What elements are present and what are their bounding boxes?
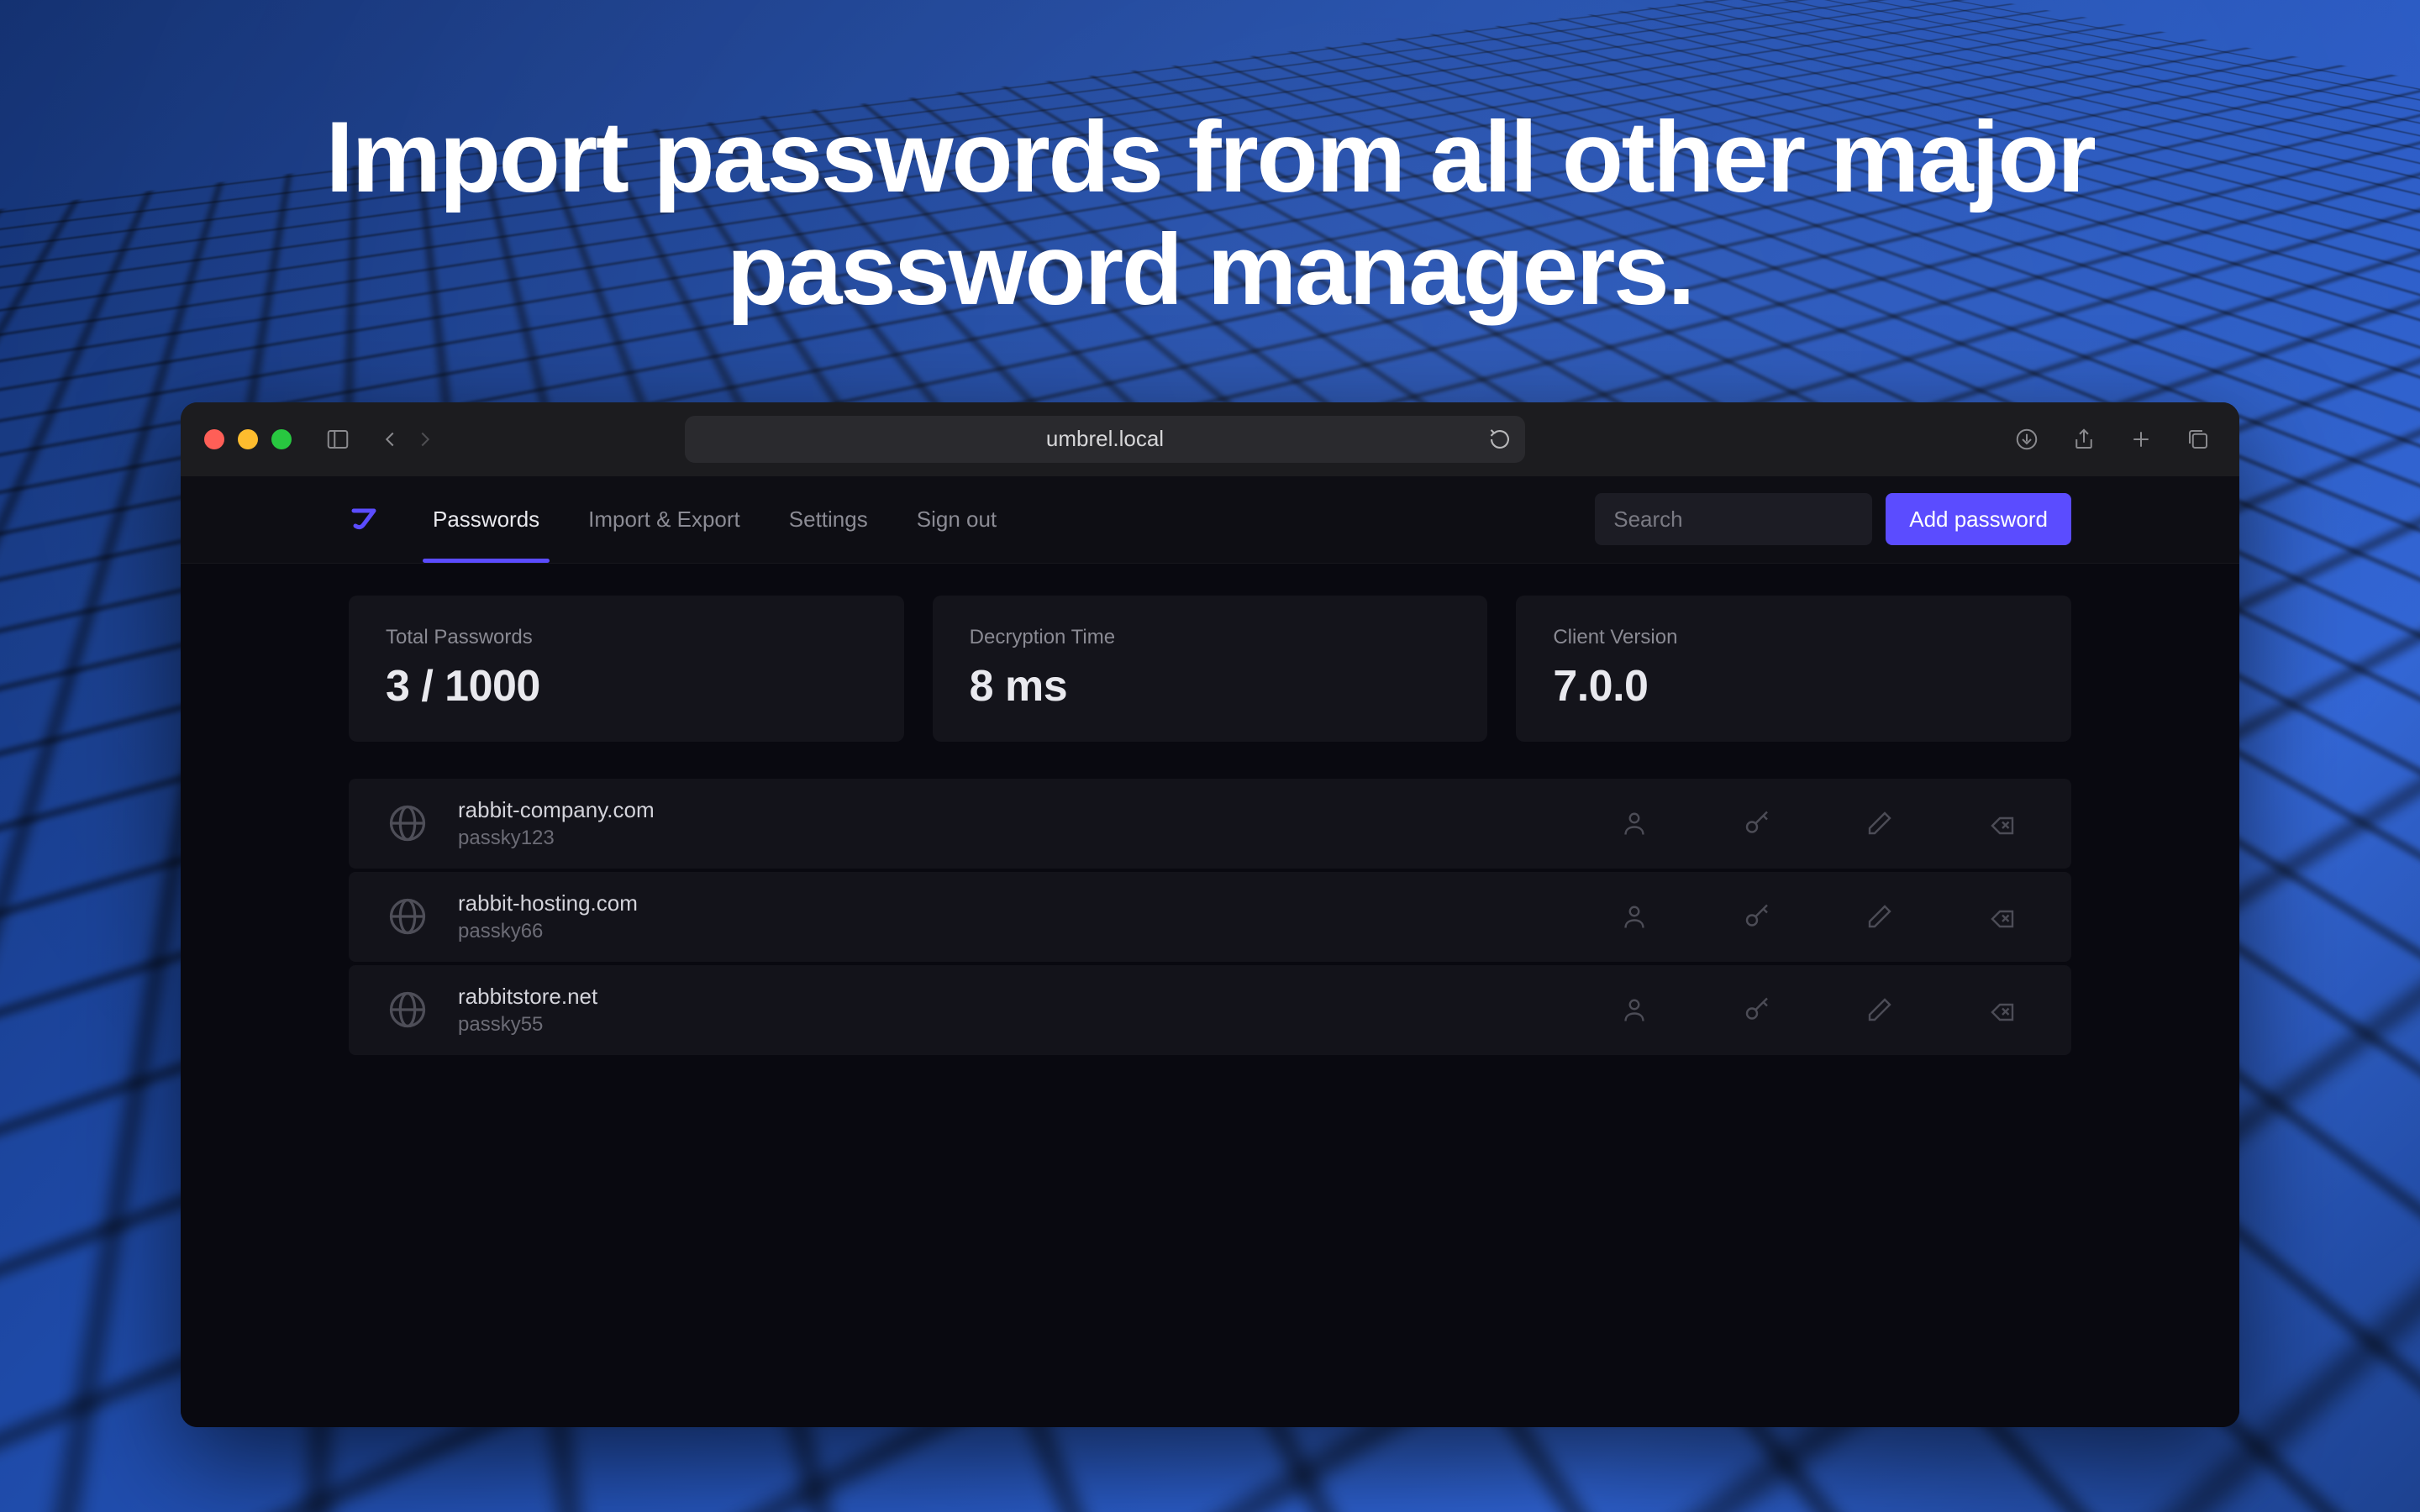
downloads-icon[interactable]	[2009, 422, 2044, 457]
forward-button-icon	[408, 422, 443, 457]
password-row[interactable]: rabbit-company.com passky123	[349, 779, 2071, 869]
browser-window: umbrel.local Pas	[181, 402, 2239, 1427]
stat-value: 7.0.0	[1553, 661, 2034, 711]
minimize-window-button[interactable]	[238, 429, 258, 449]
reload-icon[interactable]	[1488, 428, 1512, 451]
edit-icon[interactable]	[1865, 808, 1895, 838]
close-window-button[interactable]	[204, 429, 224, 449]
stat-decryption-time: Decryption Time 8 ms	[933, 596, 1488, 742]
passky-app: Passwords Import & Export Settings Sign …	[181, 476, 2239, 1427]
password-domain: rabbit-company.com	[458, 797, 1619, 823]
address-bar[interactable]: umbrel.local	[685, 416, 1525, 463]
add-password-button[interactable]: Add password	[1886, 493, 2071, 545]
nav-sign-out[interactable]: Sign out	[913, 476, 1000, 563]
globe-icon	[386, 895, 429, 938]
back-button-icon[interactable]	[372, 422, 408, 457]
passky-logo-icon	[349, 502, 382, 536]
search-input[interactable]	[1595, 493, 1872, 545]
share-icon[interactable]	[2066, 422, 2102, 457]
hero-headline: Import passwords from all other major pa…	[160, 0, 2260, 327]
fullscreen-window-button[interactable]	[271, 429, 292, 449]
app-navbar: Passwords Import & Export Settings Sign …	[181, 476, 2239, 564]
globe-icon	[386, 801, 429, 845]
password-username: passky123	[458, 827, 1619, 850]
edit-icon[interactable]	[1865, 995, 1895, 1025]
stat-label: Client Version	[1553, 626, 2034, 649]
delete-icon[interactable]	[1987, 808, 2018, 838]
copy-password-icon[interactable]	[1742, 995, 1772, 1025]
stat-client-version: Client Version 7.0.0	[1516, 596, 2071, 742]
browser-titlebar: umbrel.local	[181, 402, 2239, 476]
address-bar-url: umbrel.local	[1046, 426, 1164, 452]
sidebar-toggle-icon[interactable]	[320, 422, 355, 457]
stat-label: Decryption Time	[970, 626, 1451, 649]
copy-password-icon[interactable]	[1742, 901, 1772, 932]
app-content: Total Passwords 3 / 1000 Decryption Time…	[181, 564, 2239, 1427]
delete-icon[interactable]	[1987, 901, 2018, 932]
nav-import-export[interactable]: Import & Export	[585, 476, 744, 563]
stat-value: 8 ms	[970, 661, 1451, 711]
window-controls	[204, 429, 292, 449]
password-domain: rabbit-hosting.com	[458, 890, 1619, 916]
delete-icon[interactable]	[1987, 995, 2018, 1025]
nav-settings[interactable]: Settings	[786, 476, 871, 563]
globe-icon	[386, 988, 429, 1032]
password-row[interactable]: rabbitstore.net passky55	[349, 965, 2071, 1055]
stat-value: 3 / 1000	[386, 661, 867, 711]
password-row[interactable]: rabbit-hosting.com passky66	[349, 872, 2071, 962]
app-nav: Passwords Import & Export Settings Sign …	[429, 476, 1000, 563]
stat-label: Total Passwords	[386, 626, 867, 649]
password-username: passky66	[458, 920, 1619, 943]
password-domain: rabbitstore.net	[458, 984, 1619, 1010]
copy-username-icon[interactable]	[1619, 901, 1649, 932]
stats-row: Total Passwords 3 / 1000 Decryption Time…	[349, 596, 2071, 742]
password-username: passky55	[458, 1013, 1619, 1037]
tabs-overview-icon[interactable]	[2181, 422, 2216, 457]
copy-password-icon[interactable]	[1742, 808, 1772, 838]
nav-passwords[interactable]: Passwords	[429, 476, 543, 563]
copy-username-icon[interactable]	[1619, 808, 1649, 838]
passwords-list: rabbit-company.com passky123 rabbit-host…	[349, 779, 2071, 1055]
edit-icon[interactable]	[1865, 901, 1895, 932]
copy-username-icon[interactable]	[1619, 995, 1649, 1025]
stat-total-passwords: Total Passwords 3 / 1000	[349, 596, 904, 742]
new-tab-icon[interactable]	[2123, 422, 2159, 457]
